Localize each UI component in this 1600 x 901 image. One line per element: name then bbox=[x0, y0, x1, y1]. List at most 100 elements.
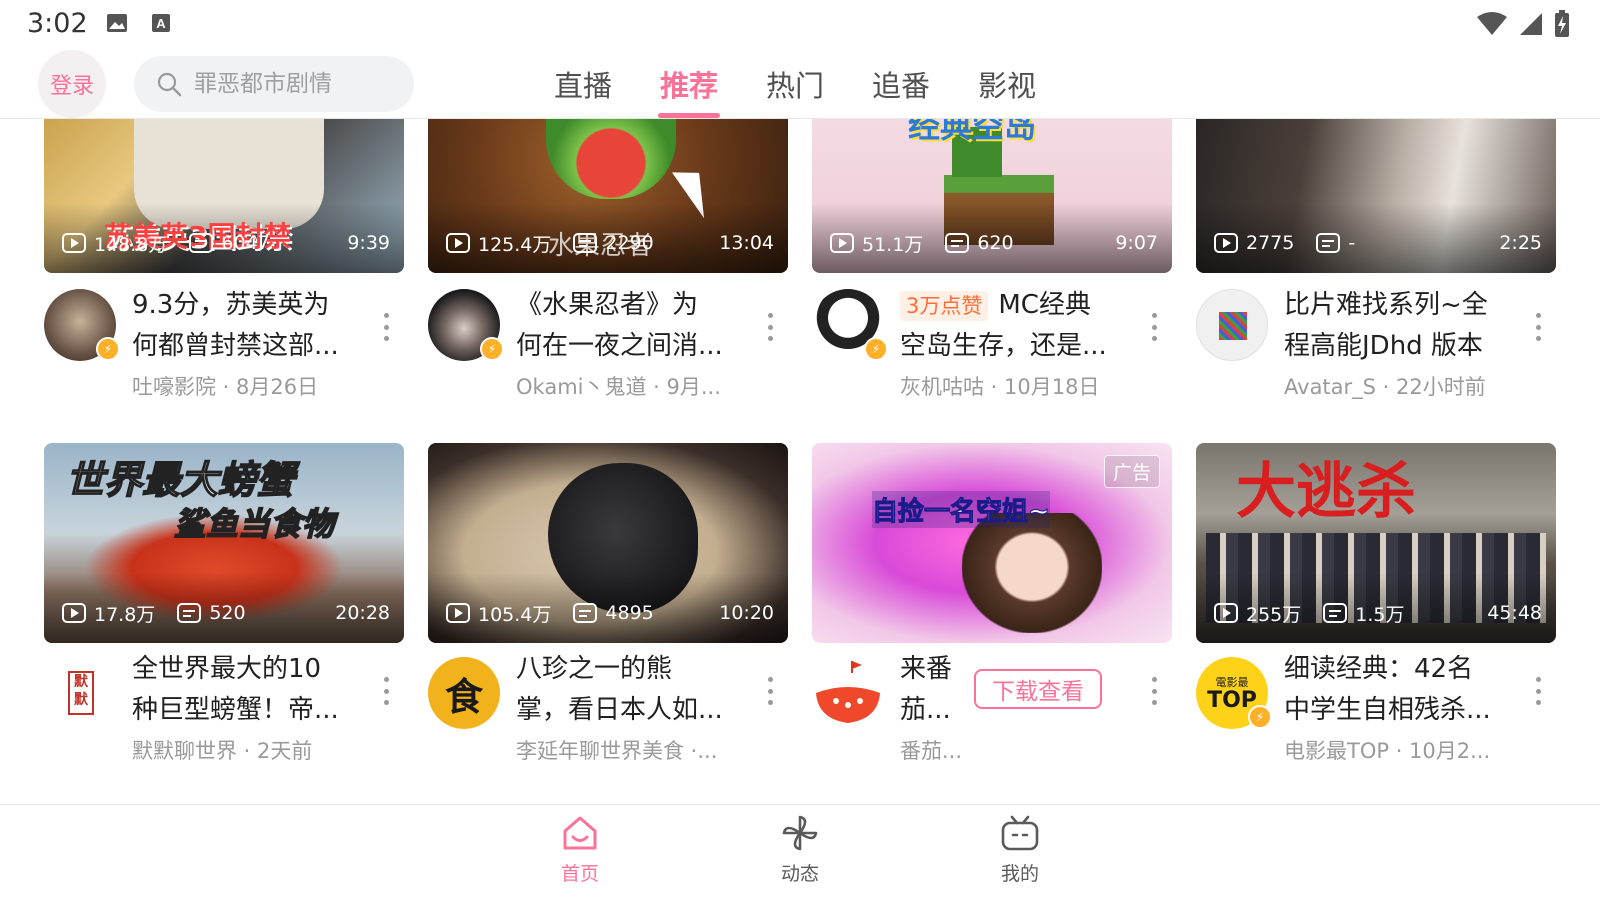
ad-caption: 自捡一名空姐~ bbox=[872, 491, 1050, 528]
view-count: 255万 bbox=[1246, 603, 1302, 626]
video-meta[interactable]: 电影最TOP · 10月2... bbox=[1284, 735, 1524, 765]
more-options-icon[interactable] bbox=[1532, 677, 1544, 705]
video-title[interactable]: 《水果忍者》为 何在一夜之间消... bbox=[516, 285, 746, 367]
video-duration: 2:25 bbox=[1499, 232, 1542, 254]
video-meta[interactable]: 灰机咕咕 · 10月18日 bbox=[900, 371, 1140, 401]
video-stats: 51.1万 620 9:07 bbox=[830, 231, 1158, 256]
search-box[interactable] bbox=[134, 56, 414, 112]
video-title[interactable]: 全世界最大的10 种巨型螃蟹！帝... bbox=[132, 649, 362, 731]
play-count-icon bbox=[830, 233, 854, 253]
danmaku-count: 6047 bbox=[221, 232, 270, 254]
tab-live[interactable]: 直播 bbox=[530, 50, 636, 118]
nav-mine[interactable]: 我的 bbox=[970, 813, 1070, 895]
view-count: 17.8万 bbox=[94, 603, 156, 626]
video-thumbnail[interactable]: 105.4万 4895 10:20 bbox=[428, 443, 788, 643]
search-input[interactable] bbox=[192, 70, 396, 98]
uploader-avatar[interactable] bbox=[1196, 289, 1268, 361]
video-thumbnail[interactable]: 2775 - 2:25 bbox=[1196, 119, 1556, 273]
ad-title[interactable]: 来番 茄... bbox=[900, 649, 970, 731]
keyboard-a-icon: A bbox=[152, 14, 170, 32]
verified-badge-icon: ⚡ bbox=[96, 337, 120, 361]
tab-hot[interactable]: 热门 bbox=[742, 50, 848, 118]
tab-anime[interactable]: 追番 bbox=[848, 50, 954, 118]
thumbnail-caption: 世界最大螃蟹 bbox=[65, 457, 295, 503]
video-thumbnail[interactable]: 经典空岛 51.1万 620 9:07 bbox=[812, 119, 1172, 273]
status-bar: 3:02 A bbox=[0, 0, 1600, 50]
top-header: 登录 直播 推荐 热门 追番 影视 bbox=[0, 50, 1600, 119]
view-count: 105.4万 bbox=[478, 603, 552, 626]
channel-tabs: 直播 推荐 热门 追番 影视 bbox=[530, 50, 1060, 118]
danmaku-icon bbox=[189, 233, 214, 253]
video-duration: 13:04 bbox=[719, 232, 774, 254]
uploader-avatar[interactable]: 默默 bbox=[44, 657, 116, 729]
danmaku-count: 520 bbox=[209, 602, 246, 624]
more-options-icon[interactable] bbox=[1148, 313, 1160, 341]
video-thumbnail[interactable]: 世界最大螃蟹 鲨鱼当食物 17.8万 520 20:28 bbox=[44, 443, 404, 643]
video-thumbnail[interactable]: 大逃杀 255万 1.5万 45:48 bbox=[1196, 443, 1556, 643]
video-meta[interactable]: Avatar_S · 22小时前 bbox=[1284, 371, 1524, 401]
view-count: 51.1万 bbox=[862, 233, 924, 256]
more-options-icon[interactable] bbox=[764, 313, 776, 341]
video-stats: 105.4万 4895 10:20 bbox=[446, 601, 774, 626]
more-options-icon[interactable] bbox=[764, 677, 776, 705]
more-options-icon[interactable] bbox=[380, 313, 392, 341]
video-title[interactable]: 9.3分，苏美英为 何都曾封禁这部... bbox=[132, 285, 362, 367]
play-count-icon bbox=[62, 233, 86, 253]
video-thumbnail[interactable]: 苏美英3国封禁 148.8万 6047 9:39 bbox=[44, 119, 404, 273]
danmaku-count: 2290 bbox=[605, 232, 654, 254]
status-time: 3:02 bbox=[27, 8, 88, 39]
tab-recommend[interactable]: 推荐 bbox=[636, 50, 742, 118]
ad-meta[interactable]: 番茄... bbox=[900, 735, 1140, 765]
wifi-icon bbox=[1477, 12, 1507, 35]
thumbnail-caption: 经典空岛 bbox=[908, 119, 1037, 145]
ad-thumbnail[interactable]: 自捡一名空姐~ 广告 bbox=[812, 443, 1172, 643]
view-count: 148.8万 bbox=[94, 233, 168, 256]
video-meta[interactable]: 吐嚎影院 · 8月26日 bbox=[132, 371, 372, 401]
video-title[interactable]: 细读经典：42名 中学生自相残杀... bbox=[1284, 649, 1514, 731]
video-thumbnail[interactable]: 水果忍者 125.4万 2290 13:04 bbox=[428, 119, 788, 273]
tv-mine-icon bbox=[1001, 815, 1039, 851]
verified-badge-icon: ⚡ bbox=[1248, 705, 1272, 729]
video-stats: 255万 1.5万 45:48 bbox=[1214, 601, 1542, 626]
video-meta[interactable]: 默默聊世界 · 2天前 bbox=[132, 735, 372, 765]
danmaku-icon bbox=[573, 603, 598, 623]
video-meta[interactable]: Okami丶鬼道 · 9月... bbox=[516, 371, 756, 401]
play-count-icon bbox=[62, 603, 86, 623]
more-options-icon[interactable] bbox=[380, 677, 392, 705]
danmaku-icon bbox=[1323, 603, 1348, 623]
view-count: 125.4万 bbox=[478, 233, 552, 256]
video-stats: 17.8万 520 20:28 bbox=[62, 601, 390, 626]
nav-dynamics[interactable]: 动态 bbox=[750, 813, 850, 895]
nav-home[interactable]: 首页 bbox=[530, 813, 630, 895]
play-count-icon bbox=[446, 233, 470, 253]
tab-movies[interactable]: 影视 bbox=[954, 50, 1060, 118]
video-title[interactable]: 比片难找系列~全 程高能JDhd 版本 bbox=[1284, 285, 1514, 367]
battery-charging-icon bbox=[1555, 10, 1569, 37]
video-feed[interactable]: 苏美英3国封禁 148.8万 6047 9:39 ⚡ 9.3分，苏美英为 何都曾封… bbox=[0, 119, 1600, 804]
danmaku-count: 620 bbox=[977, 232, 1014, 254]
search-icon bbox=[157, 72, 182, 97]
thumbnail-subcaption: 鲨鱼当食物 bbox=[173, 504, 335, 544]
svg-text:A: A bbox=[156, 16, 166, 31]
more-options-icon[interactable] bbox=[1148, 677, 1160, 705]
more-options-icon[interactable] bbox=[1532, 313, 1544, 341]
tomato-logo-icon bbox=[816, 661, 880, 723]
uploader-avatar[interactable]: 食 bbox=[428, 657, 500, 729]
ad-label: 广告 bbox=[1103, 455, 1160, 488]
home-icon bbox=[563, 816, 597, 850]
advertiser-avatar[interactable] bbox=[812, 657, 884, 729]
download-button[interactable]: 下载查看 bbox=[974, 669, 1102, 709]
likes-tag: 3万点赞 bbox=[900, 291, 989, 321]
view-count: 2775 bbox=[1246, 232, 1295, 254]
video-title[interactable]: 3万点赞 MC经典 空岛生存，还是... bbox=[900, 285, 1140, 367]
video-title[interactable]: 八珍之一的熊 掌，看日本人如... bbox=[516, 649, 746, 731]
video-meta[interactable]: 李延年聊世界美食 ·... bbox=[516, 735, 756, 765]
danmaku-icon bbox=[945, 233, 970, 253]
pinwheel-icon bbox=[782, 815, 818, 851]
verified-badge-icon: ⚡ bbox=[480, 337, 504, 361]
play-count-icon bbox=[1214, 233, 1238, 253]
login-button[interactable]: 登录 bbox=[38, 50, 106, 118]
play-count-icon bbox=[1214, 603, 1238, 623]
danmaku-icon bbox=[573, 233, 598, 253]
video-duration: 45:48 bbox=[1487, 602, 1542, 624]
